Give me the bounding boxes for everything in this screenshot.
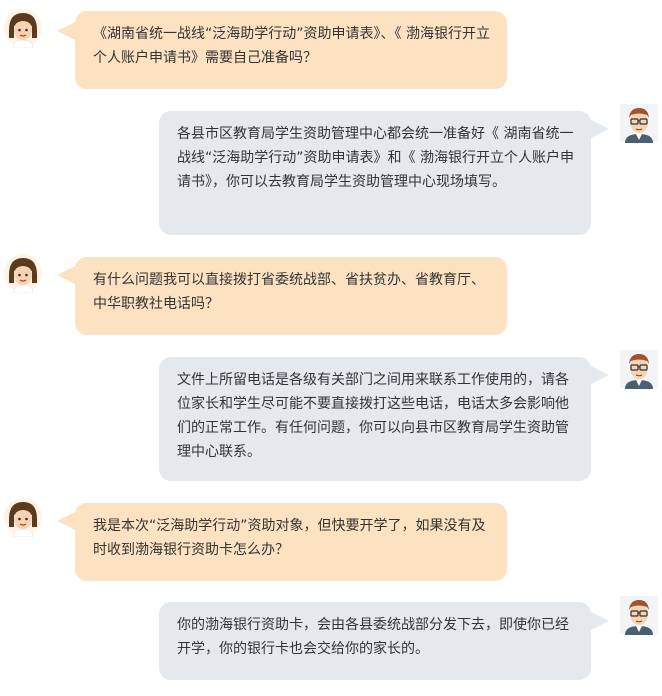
bubble-tail — [591, 120, 609, 138]
message-bubble: 你的渤海银行资助卡，会由各县委统战部分发下去，即使你已经开学，你的银行卡也会交给… — [159, 602, 591, 680]
bubble-tail — [591, 366, 609, 384]
girl-avatar-icon — [3, 497, 43, 538]
message-bubble: 文件上所留电话是各级有关部门之间用来联系工作使用的，请各位家长和学生尽可能不要直… — [159, 357, 591, 481]
man-with-glasses-avatar-icon — [619, 103, 659, 143]
girl-avatar-icon — [3, 8, 43, 49]
bubble-tail — [57, 512, 75, 530]
bubble-tail — [57, 22, 75, 40]
man-with-glasses-avatar-icon — [619, 349, 659, 389]
bubble-tail — [591, 612, 609, 630]
chat-conversation: 《湖南省统一战线“泛海助学行动”资助申请表》、《 渤海银行开立个人账户申请书》需… — [0, 0, 662, 696]
message-bubble: 有什么问题我可以直接拨打省委统战部、省扶贫办、省教育厅、中华职教社电话吗？ — [75, 257, 507, 335]
message-bubble: 《湖南省统一战线“泛海助学行动”资助申请表》、《 渤海银行开立个人账户申请书》需… — [75, 11, 507, 89]
man-with-glasses-avatar-icon — [619, 595, 659, 635]
girl-avatar-icon — [3, 253, 43, 294]
message-bubble: 各县市区教育局学生资助管理中心都会统一准备好《 湖南省统一战线“泛海助学行动”资… — [159, 111, 591, 235]
message-bubble: 我是本次“泛海助学行动”资助对象，但快要开学了，如果没有及时收到渤海银行资助卡怎… — [75, 503, 507, 581]
bubble-tail — [57, 266, 75, 284]
